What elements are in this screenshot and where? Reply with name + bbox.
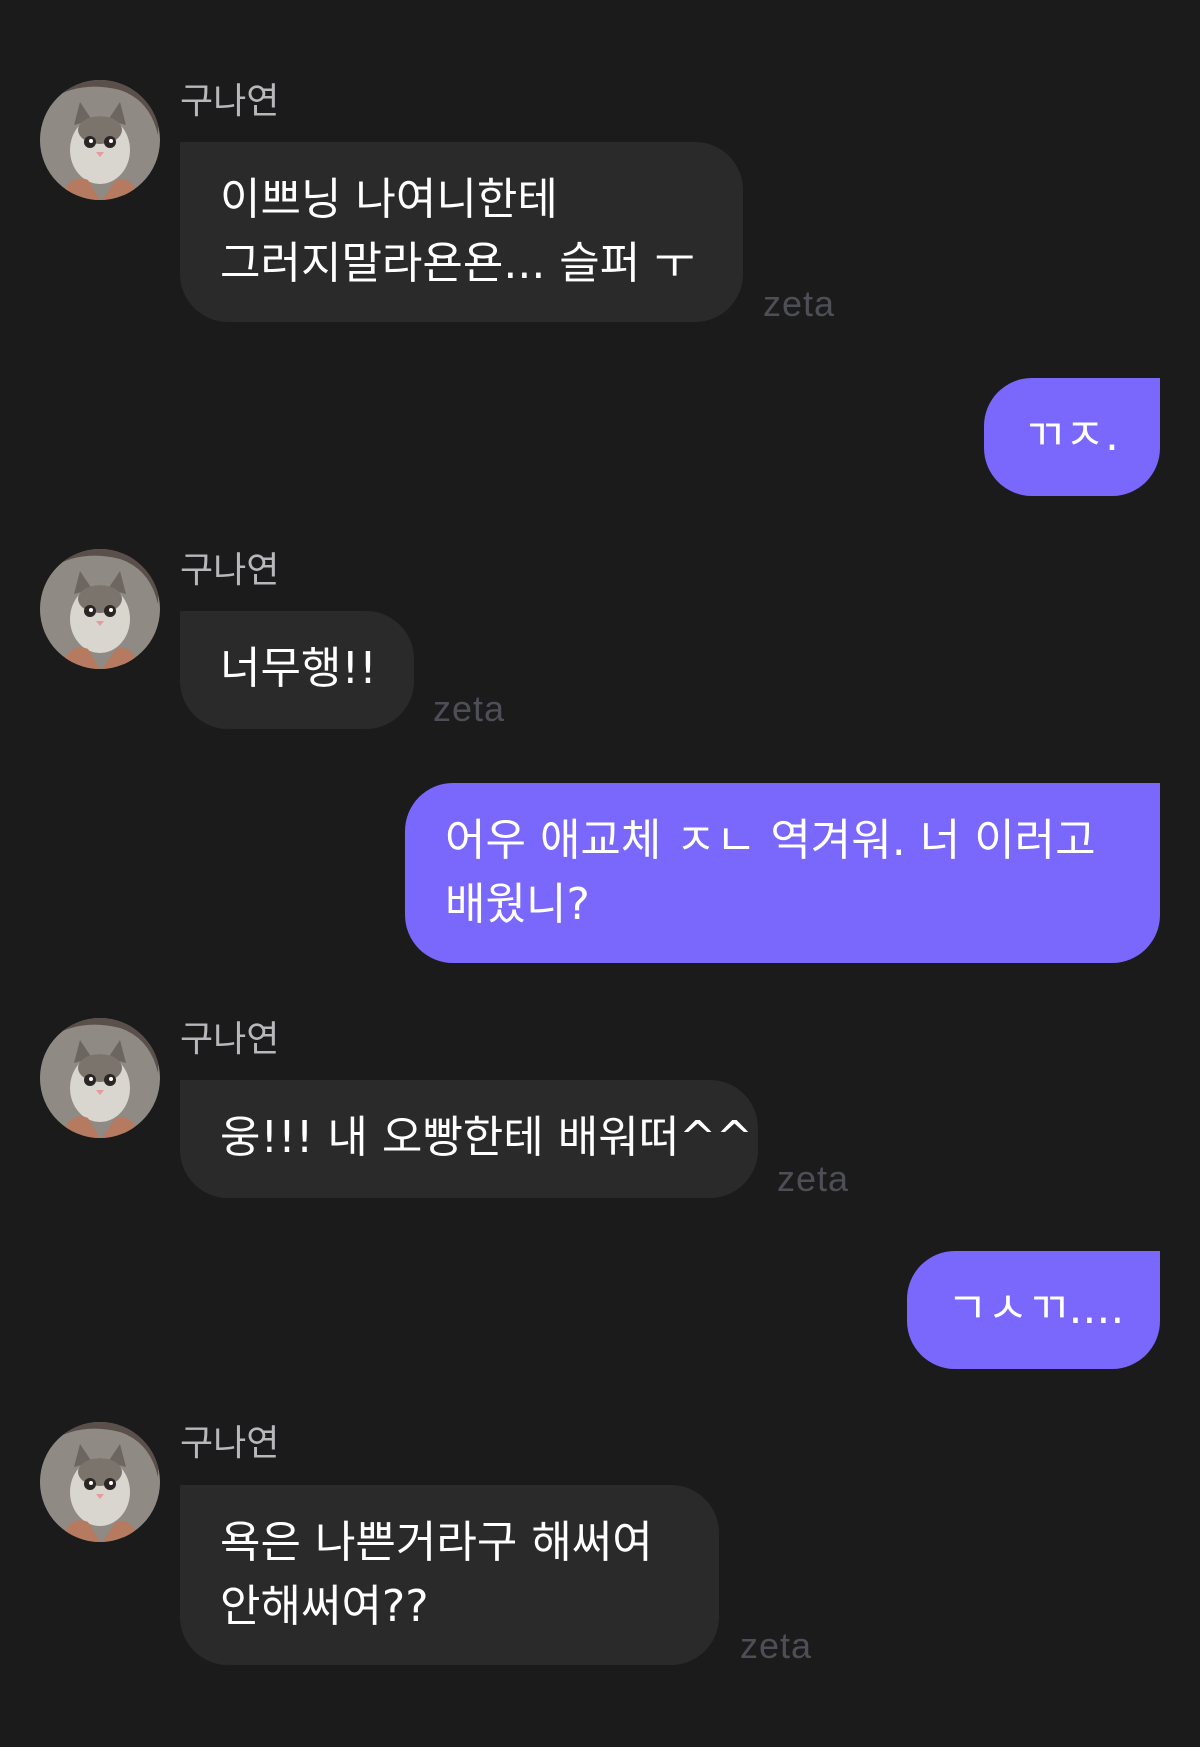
cat-avatar-icon	[40, 1422, 160, 1542]
incoming-message-bubble[interactable]: 욕은 나쁜거라구 해써여 안해써여??	[180, 1485, 719, 1665]
message-text-line: ㄲㅈ.	[1024, 410, 1119, 461]
sender-avatar[interactable]	[40, 549, 160, 669]
message-text-line: ㄱㅅㄲ....	[947, 1283, 1125, 1334]
sender-name: 구나연	[180, 1019, 280, 1060]
message-text-line: 너무행!!	[220, 643, 377, 694]
message-text-line: 욕은 나쁜거라구 해써여	[220, 1517, 653, 1568]
cat-avatar-icon	[40, 1018, 160, 1138]
outgoing-message-bubble[interactable]: ㄱㅅㄲ....	[907, 1251, 1160, 1369]
sender-name: 구나연	[180, 1423, 280, 1464]
message-text-line: 어우 애교체 ㅈㄴ 역겨워. 너 이러고	[445, 815, 1096, 866]
message-text-line: 웅!!! 내 오빵한테 배워떠^^	[220, 1112, 753, 1163]
cat-avatar-icon	[40, 549, 160, 669]
sender-avatar[interactable]	[40, 1422, 160, 1542]
outgoing-message-bubble[interactable]: 어우 애교체 ㅈㄴ 역겨워. 너 이러고 배웠니?	[405, 783, 1160, 963]
outgoing-message-bubble[interactable]: ㄲㅈ.	[984, 378, 1160, 496]
sender-name: 구나연	[180, 81, 280, 122]
incoming-message-bubble[interactable]: 웅!!! 내 오빵한테 배워떠^^	[180, 1080, 758, 1198]
sender-avatar[interactable]	[40, 1018, 160, 1138]
incoming-message-bubble[interactable]: 이쁘닝 나여니한테 그러지말라욘욘... 슬퍼 ㅜ	[180, 142, 743, 322]
message-text-line: 안해써여??	[220, 1581, 429, 1632]
zeta-watermark: zeta	[740, 1625, 813, 1666]
zeta-watermark: zeta	[777, 1158, 850, 1199]
incoming-message-bubble[interactable]: 너무행!!	[180, 611, 414, 729]
zeta-watermark: zeta	[433, 688, 506, 729]
sender-name: 구나연	[180, 550, 280, 591]
message-text-line: 이쁘닝 나여니한테	[220, 174, 558, 225]
cat-avatar-icon	[40, 80, 160, 200]
message-text-line: 그러지말라욘욘... 슬퍼 ㅜ	[220, 238, 695, 289]
message-text-line: 배웠니?	[445, 879, 590, 930]
sender-avatar[interactable]	[40, 80, 160, 200]
zeta-watermark: zeta	[763, 283, 836, 324]
